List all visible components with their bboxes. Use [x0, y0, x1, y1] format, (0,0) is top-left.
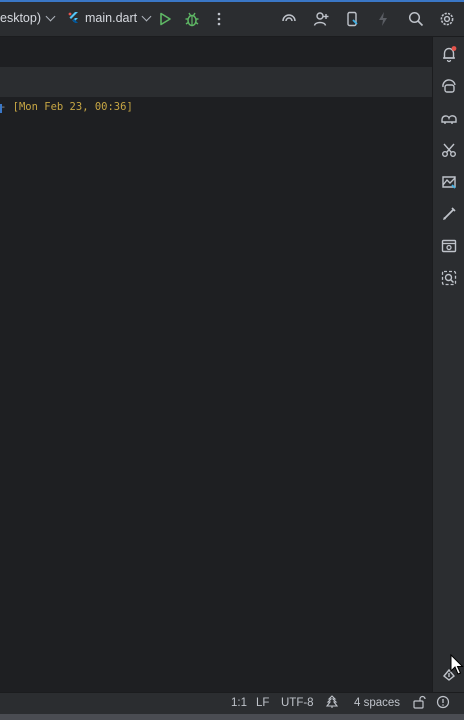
status-bar: 1:1 LF UTF-8 4 spaces	[0, 692, 464, 715]
caret-position[interactable]: 1:1	[231, 697, 247, 709]
left-edge-marker	[0, 104, 2, 113]
desktop-strip	[0, 714, 464, 720]
read-only-lock-icon[interactable]	[412, 695, 426, 709]
indent-setting[interactable]: 4 spaces	[354, 697, 400, 709]
debug-icon[interactable]	[183, 10, 201, 28]
file-encoding[interactable]: UTF-8	[281, 697, 314, 709]
add-user-icon[interactable]	[312, 10, 330, 28]
editor-area[interactable]: - [Mon Feb 23, 00:36]	[0, 37, 432, 692]
problems-icon[interactable]	[436, 695, 450, 709]
notifications-icon[interactable]	[440, 45, 458, 63]
device-manager-icon[interactable]	[343, 10, 361, 28]
search-icon[interactable]	[407, 10, 425, 28]
line-separator[interactable]: LF	[256, 697, 269, 709]
mouse-pointer-icon	[450, 653, 464, 676]
chevron-down-icon	[45, 11, 56, 21]
chevron-down-icon	[141, 11, 152, 21]
ai-assistant-icon[interactable]	[280, 10, 298, 28]
running-devices-icon[interactable]	[440, 237, 458, 255]
layout-inspector-icon[interactable]	[440, 269, 458, 287]
editor-tab-strip	[0, 67, 432, 97]
right-tool-window-bar	[432, 37, 464, 692]
gradle-icon[interactable]	[440, 109, 458, 127]
flutter-inspector-icon[interactable]	[440, 141, 458, 159]
console-log-line: - [Mon Feb 23, 00:36]	[0, 101, 133, 113]
flutter-icon	[67, 11, 81, 25]
flutter-outline-icon[interactable]	[440, 205, 458, 223]
apply-changes-icon[interactable]	[374, 10, 392, 28]
more-actions-icon[interactable]	[210, 10, 228, 28]
device-selector[interactable]: esktop)	[0, 11, 56, 25]
gemini-chat-icon[interactable]	[440, 77, 458, 95]
flutter-performance-icon[interactable]	[440, 173, 458, 191]
main-toolbar: esktop) main.dart	[0, 2, 464, 37]
device-selector-label: esktop)	[0, 11, 41, 25]
editorconfig-icon[interactable]	[325, 695, 339, 709]
run-icon[interactable]	[156, 10, 174, 28]
settings-gear-icon[interactable]	[438, 10, 456, 28]
run-config-selector[interactable]: main.dart	[67, 11, 152, 25]
run-config-label: main.dart	[85, 11, 138, 25]
log-timestamp: [Mon Feb 23, 00:36]	[12, 101, 133, 113]
